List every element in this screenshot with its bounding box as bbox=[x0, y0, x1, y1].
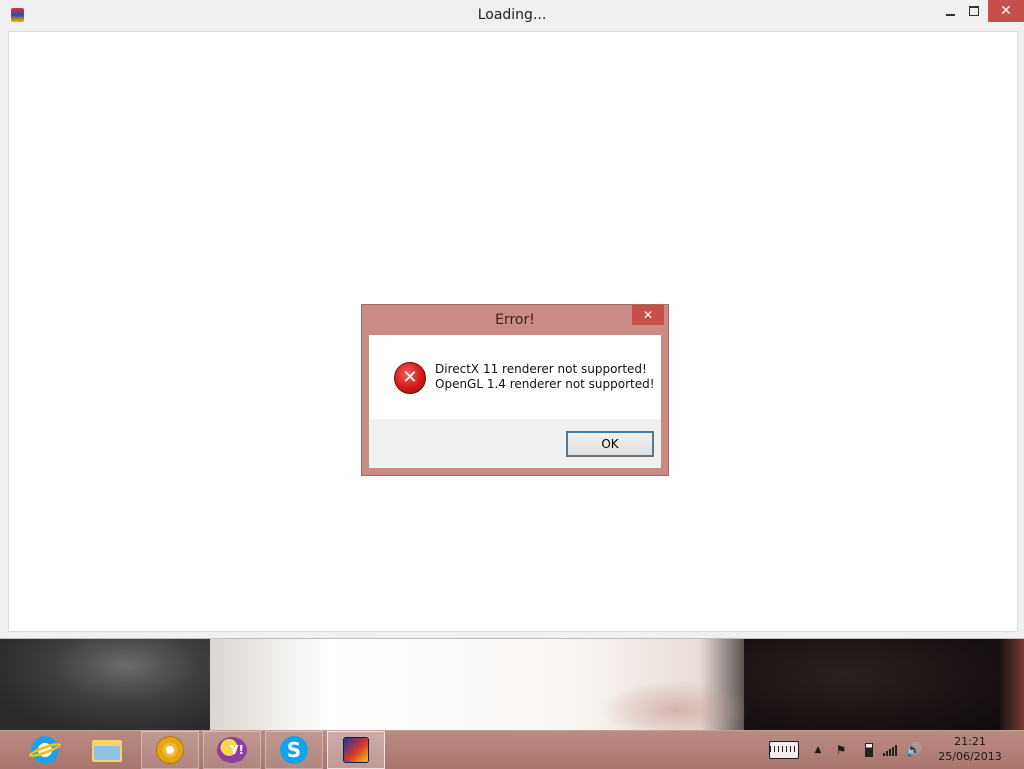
action-center-button[interactable]: ⚑ bbox=[832, 731, 850, 769]
close-icon: ✕ bbox=[642, 308, 654, 322]
maximize-button[interactable] bbox=[960, 0, 988, 22]
keyboard-icon bbox=[769, 741, 799, 759]
error-message-line: DirectX 11 renderer not supported! bbox=[435, 362, 647, 376]
wallpaper-figure-right bbox=[744, 638, 1000, 730]
taskbar-item-skype[interactable]: S bbox=[265, 731, 323, 769]
wallpaper-figure-left bbox=[0, 638, 210, 730]
chrome-icon bbox=[156, 736, 184, 764]
dialog-body: ✕ DirectX 11 renderer not supported! Ope… bbox=[369, 335, 661, 468]
window-title: Loading... bbox=[477, 7, 547, 23]
chevron-up-icon: ▲ bbox=[814, 745, 822, 755]
signal-icon bbox=[883, 744, 897, 756]
taskbar-item-internet-explorer[interactable] bbox=[16, 731, 74, 769]
error-dialog: Error! ✕ ✕ DirectX 11 renderer not suppo… bbox=[361, 304, 669, 476]
network-button[interactable] bbox=[882, 731, 898, 769]
dialog-close-button[interactable]: ✕ bbox=[632, 305, 664, 325]
taskbar-item-chrome[interactable] bbox=[141, 731, 199, 769]
clock-time: 21:21 bbox=[954, 735, 986, 748]
volume-button[interactable]: 🔊 bbox=[906, 731, 922, 769]
volume-icon: 🔊 bbox=[905, 742, 923, 758]
wallpaper-splash bbox=[600, 680, 750, 730]
skype-icon: S bbox=[280, 736, 308, 764]
folder-icon bbox=[92, 738, 122, 762]
clock[interactable]: 21:21 25/06/2013 bbox=[930, 734, 1010, 764]
battery-button[interactable] bbox=[862, 731, 876, 769]
dialog-title: Error! bbox=[495, 312, 535, 328]
game-icon bbox=[343, 737, 369, 763]
error-icon: ✕ bbox=[394, 362, 426, 394]
close-icon: ✕ bbox=[1000, 3, 1012, 19]
taskbar-item-game[interactable] bbox=[327, 731, 385, 769]
touch-keyboard-button[interactable] bbox=[768, 731, 800, 769]
internet-explorer-icon bbox=[31, 736, 59, 764]
taskbar: Y! S ▲ ⚑ 🔊 21:21 25/06/2013 bbox=[0, 730, 1024, 769]
ok-button[interactable]: OK bbox=[566, 431, 654, 457]
close-button[interactable]: ✕ bbox=[988, 0, 1024, 22]
flag-icon: ⚑ bbox=[835, 743, 847, 757]
maximize-icon bbox=[969, 6, 979, 16]
taskbar-item-yahoo-messenger[interactable]: Y! bbox=[203, 731, 261, 769]
show-hidden-icons-button[interactable]: ▲ bbox=[812, 731, 824, 769]
battery-icon bbox=[865, 743, 873, 757]
taskbar-item-file-explorer[interactable] bbox=[78, 731, 136, 769]
error-message-line: OpenGL 1.4 renderer not supported! bbox=[435, 377, 655, 391]
dialog-message-area: ✕ DirectX 11 renderer not supported! Ope… bbox=[369, 335, 661, 419]
yahoo-messenger-icon: Y! bbox=[217, 737, 247, 763]
minimize-icon bbox=[945, 14, 955, 16]
main-titlebar[interactable]: Loading... ✕ bbox=[0, 0, 1024, 30]
clock-date: 25/06/2013 bbox=[938, 750, 1002, 763]
